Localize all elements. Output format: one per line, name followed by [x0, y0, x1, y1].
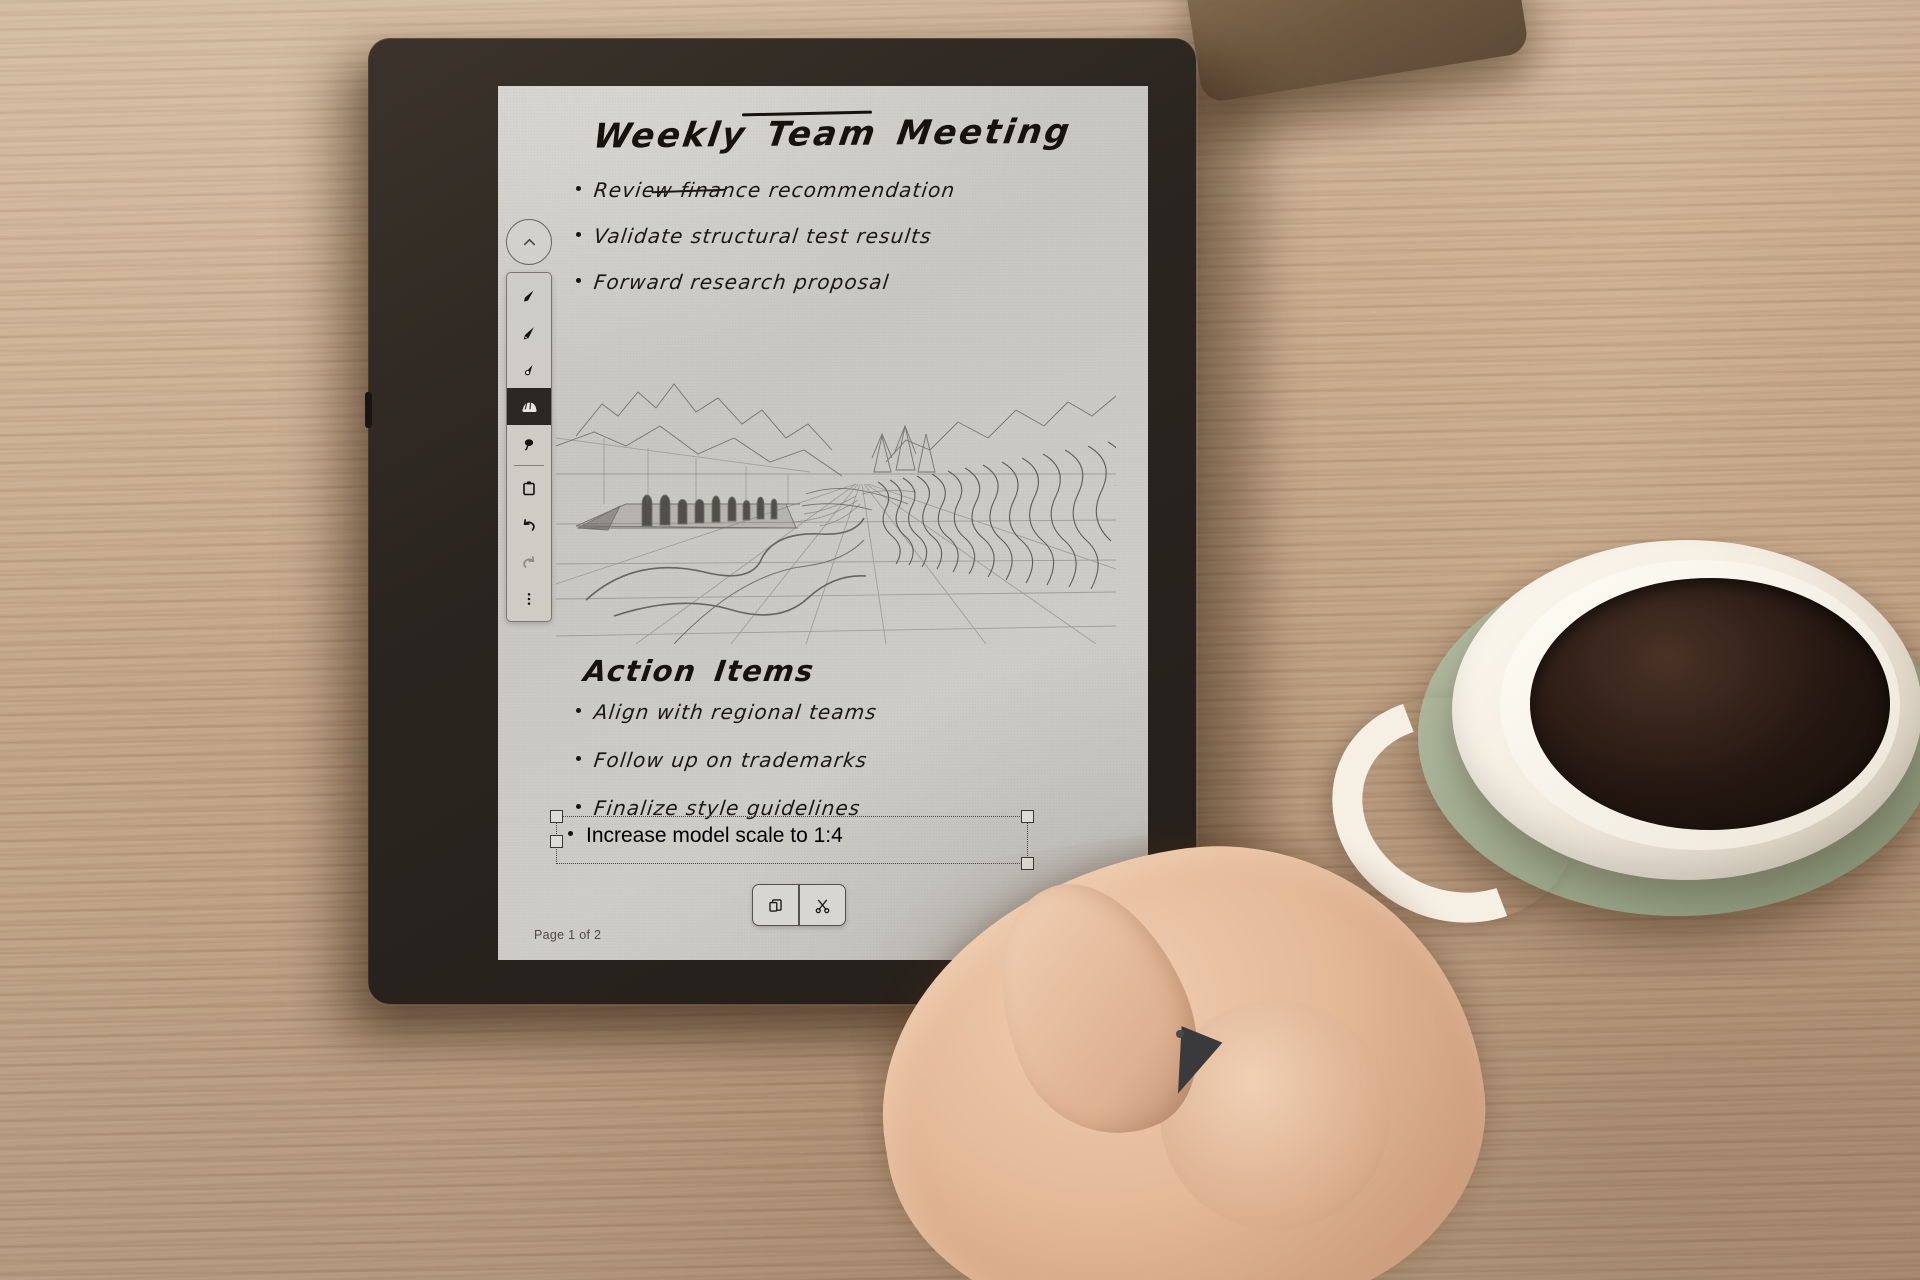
bullet-dot — [576, 186, 581, 191]
undo-icon — [523, 518, 535, 531]
tool-clipboard[interactable] — [507, 469, 551, 506]
meeting-agenda-list: Review finance recommendation Validate s… — [576, 178, 1096, 316]
list-item[interactable]: Align with regional teams — [576, 700, 1116, 724]
pencil-icon — [524, 364, 533, 375]
copy-button[interactable] — [753, 885, 798, 925]
list-item-label: Follow up on trademarks — [592, 748, 869, 772]
power-button[interactable] — [365, 392, 372, 428]
lasso-select-icon — [524, 438, 534, 451]
marker-icon — [523, 326, 534, 340]
list-item[interactable]: Follow up on trademarks — [576, 748, 1116, 772]
note-title-word: Weekly — [590, 115, 750, 157]
selected-list-item: Increase model scale to 1:4 — [568, 824, 843, 848]
selected-item-label: Increase model scale to 1:4 — [586, 824, 843, 847]
selection-handle-top-right[interactable] — [1021, 810, 1034, 823]
section-heading-word: Items — [712, 654, 817, 688]
section-heading: Action Items — [582, 654, 835, 688]
bullet-dot — [576, 708, 581, 713]
list-item[interactable]: Review finance recommendation — [576, 178, 1096, 202]
chevron-up-icon — [523, 238, 535, 245]
section-heading-word: Action — [581, 654, 700, 688]
selection-region[interactable]: Increase model scale to 1:4 — [550, 810, 1034, 870]
list-item-label: Review finance recommendation — [592, 178, 957, 202]
bullet-dot — [576, 804, 581, 809]
tool-eraser[interactable] — [507, 388, 551, 425]
clipboard-icon — [523, 481, 535, 495]
list-item[interactable]: Forward research proposal — [576, 270, 1096, 294]
note-title-word: Meeting — [894, 111, 1075, 154]
tool-lasso-select[interactable] — [507, 425, 551, 462]
copy-icon — [769, 898, 782, 912]
list-item-label: Forward research proposal — [592, 270, 891, 294]
bullet-dot — [576, 232, 581, 237]
tool-pen[interactable] — [507, 277, 551, 314]
tool-marker[interactable] — [507, 314, 551, 351]
note-title: Weekly Team Meeting — [590, 111, 1095, 157]
redo-icon — [523, 555, 535, 568]
stylus-nib-icon — [1176, 1030, 1184, 1038]
tool-undo[interactable] — [507, 506, 551, 543]
coffee-liquid — [1530, 578, 1890, 830]
toolbar-divider — [514, 465, 544, 467]
list-item-label: Align with regional teams — [592, 700, 879, 724]
perspective-landscape-sketch[interactable] — [556, 354, 1116, 644]
pen-icon — [524, 290, 534, 301]
bullet-dot — [576, 278, 581, 283]
eraser-icon — [521, 402, 537, 413]
list-item[interactable]: Validate structural test results — [576, 224, 1096, 248]
more-options-icon — [527, 592, 531, 605]
note-title-word: Team — [763, 113, 881, 155]
toolbar-collapse-button[interactable] — [506, 219, 552, 265]
drawing-toolbar[interactable] — [506, 272, 552, 623]
selection-handle-bottom-left[interactable] — [550, 835, 563, 848]
tool-more-options[interactable] — [507, 580, 551, 617]
selection-handle-top-left[interactable] — [550, 810, 563, 823]
bullet-dot — [576, 756, 581, 761]
tool-pencil[interactable] — [507, 351, 551, 388]
page-indicator: Page 1 of 2 — [534, 928, 602, 942]
tablet-screen[interactable]: Weekly Team Meeting Review finance recomme… — [498, 86, 1148, 960]
tool-redo[interactable] — [507, 543, 551, 580]
list-item-label: Validate structural test results — [592, 224, 934, 248]
desk-scene: Weekly Team Meeting Review finance recomme… — [0, 0, 1920, 1280]
bullet-dot — [568, 831, 573, 836]
